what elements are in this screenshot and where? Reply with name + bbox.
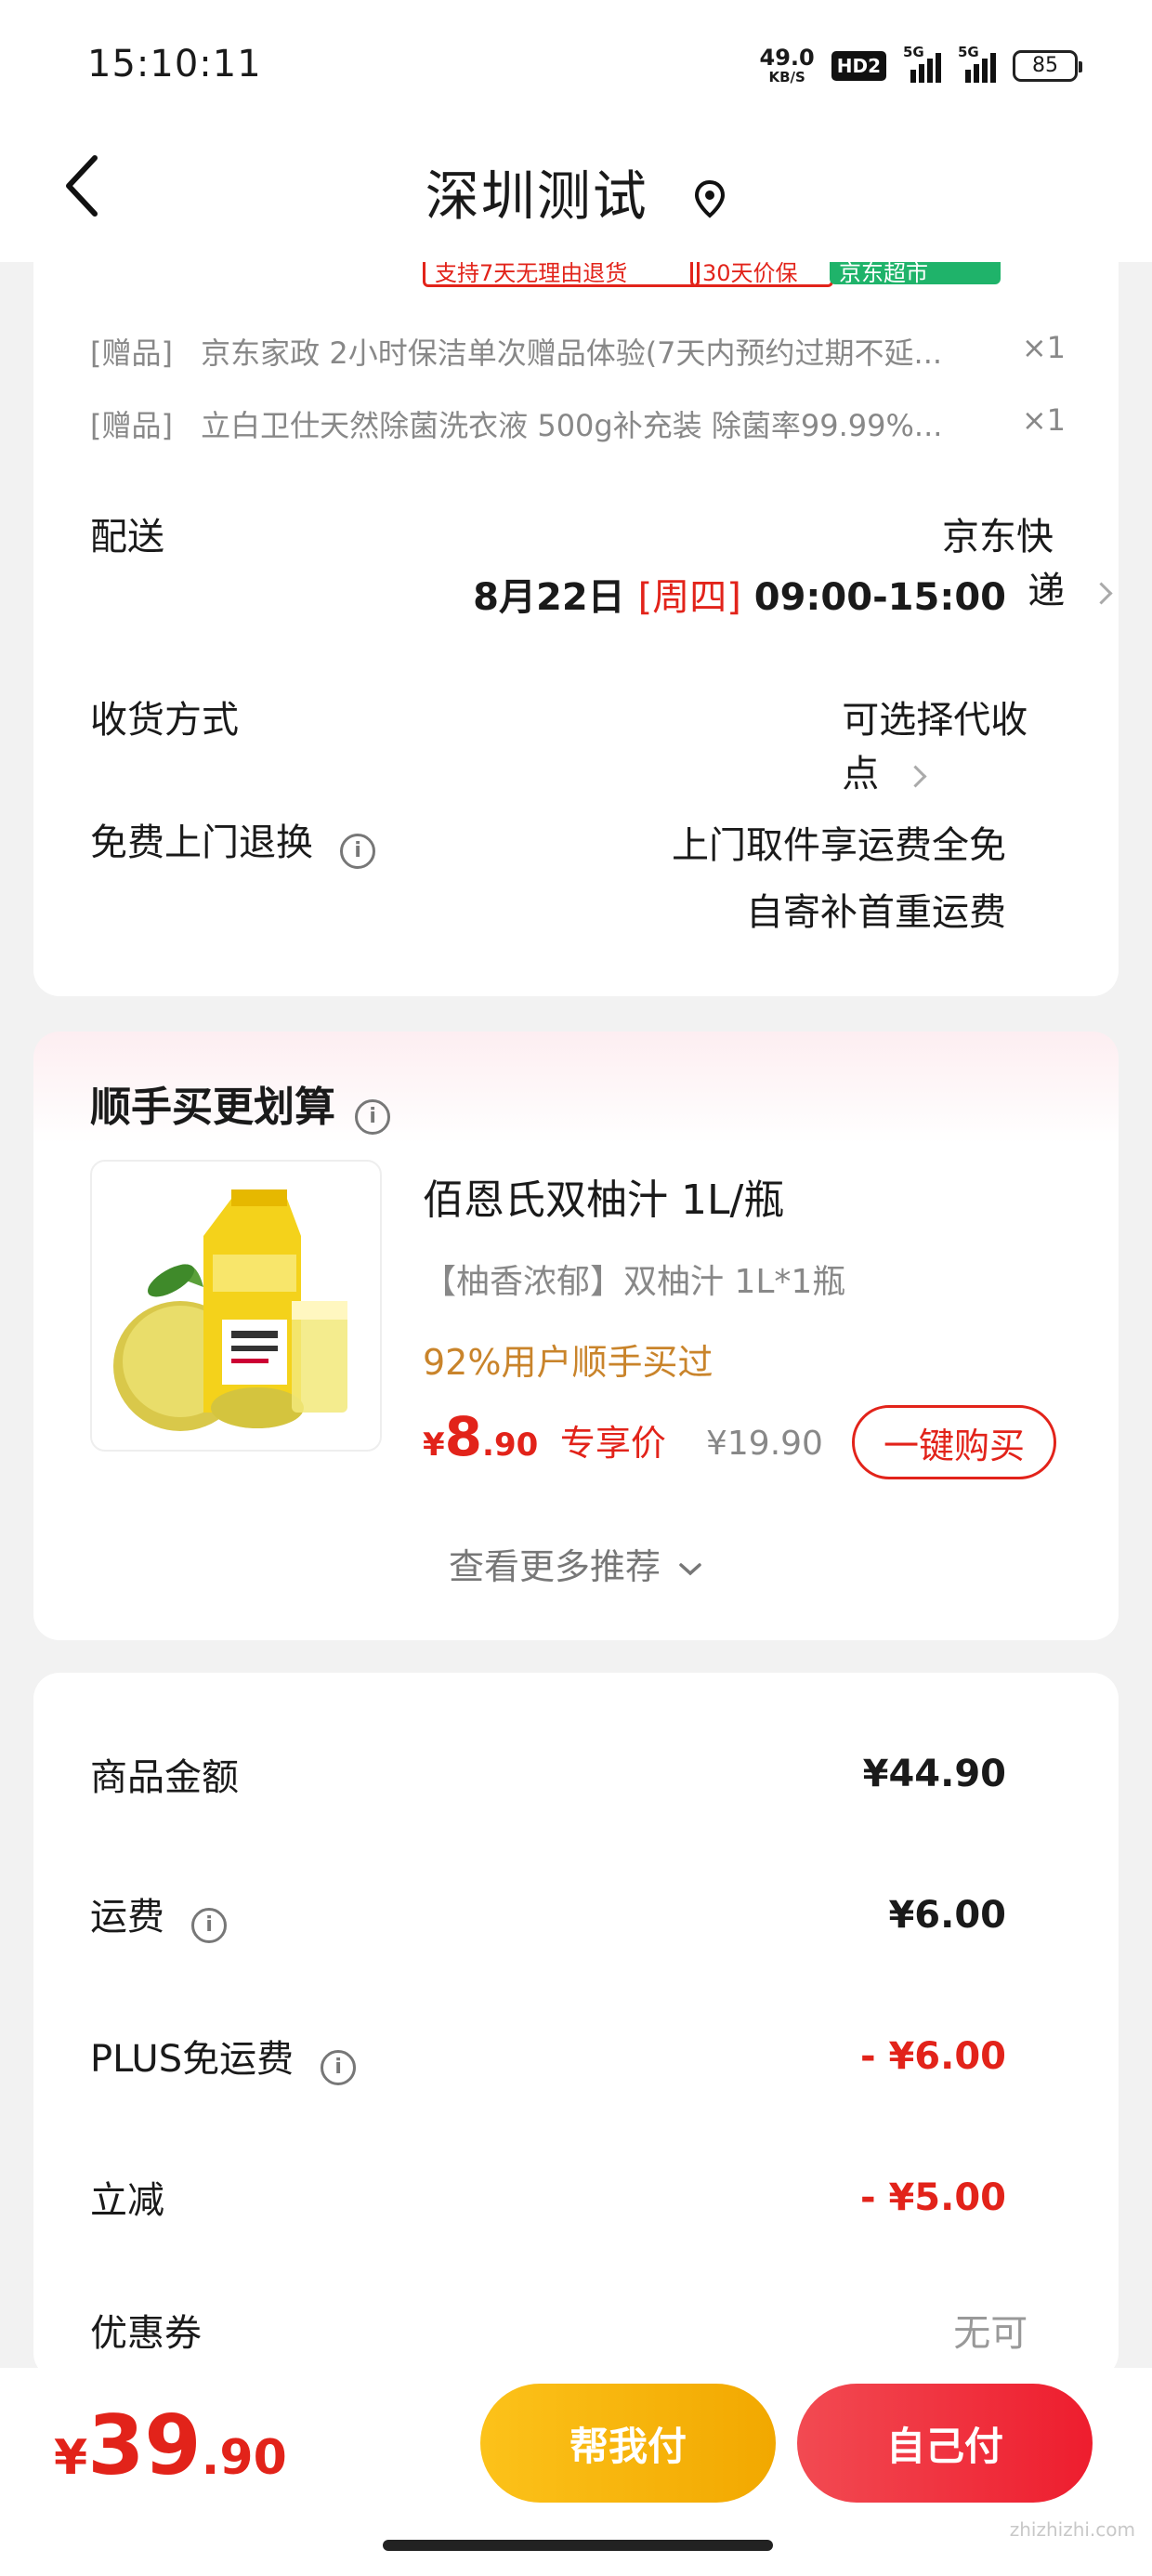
service-tag-text: 30天价保 bbox=[702, 262, 798, 286]
total-symbol: ¥ bbox=[54, 2430, 88, 2486]
product-subtitle: 【柚香浓郁】双柚汁 1L*1瓶 bbox=[423, 1263, 846, 1301]
gift-tag: [赠品] bbox=[90, 335, 173, 371]
coupon-label: 优惠券 bbox=[90, 2312, 202, 2355]
free-return-row: 免费上门退换 i bbox=[90, 812, 376, 869]
delivery-weekday: [周四] bbox=[637, 576, 741, 619]
delivery-window: 09:00-15:00 bbox=[753, 576, 1006, 619]
hd-icon: HD2 bbox=[831, 50, 886, 81]
free-return-label: 免费上门退换 bbox=[90, 821, 313, 864]
price-integer: 8 bbox=[444, 1405, 483, 1468]
signal-label-2: 5G bbox=[958, 43, 979, 60]
see-more-recommendations[interactable]: 查看更多推荐 bbox=[0, 1538, 1152, 1589]
free-return-detail: 上门取件享运费全免 自寄补首重运费 bbox=[672, 812, 1006, 946]
location-pin-icon[interactable] bbox=[693, 168, 727, 231]
total-price: ¥39.90 bbox=[54, 2398, 287, 2493]
battery-icon: 85 bbox=[1013, 49, 1082, 82]
one-click-buy-button[interactable]: 一键购买 bbox=[852, 1405, 1056, 1479]
summary-label-shipping: 运费 bbox=[90, 1896, 164, 1939]
watermark: zhizhizhi.com bbox=[1010, 2518, 1135, 2541]
info-icon[interactable]: i bbox=[355, 1098, 391, 1135]
upsell-title: 顺手买更划算 bbox=[90, 1084, 335, 1131]
see-more-label: 查看更多推荐 bbox=[448, 1546, 661, 1587]
product-image[interactable] bbox=[90, 1160, 382, 1452]
page-title: 深圳测试 bbox=[0, 152, 1152, 231]
chevron-right-icon bbox=[904, 764, 927, 788]
gift-item[interactable]: [赠品] 京东家政 2小时保洁单次赠品体验(7天内预约过期不延... ×1 bbox=[90, 330, 1066, 373]
signal-icon: 5G bbox=[903, 44, 941, 83]
top-bar: 15:10:11 49.0 KB/S HD2 5G 5G 85 深圳测试 bbox=[0, 0, 1152, 262]
network-speed: 49.0 KB/S bbox=[760, 46, 815, 85]
info-icon[interactable]: i bbox=[321, 2049, 357, 2085]
summary-label-goods: 商品金额 bbox=[90, 1756, 239, 1799]
status-time: 15:10:11 bbox=[87, 43, 262, 85]
summary-label-discount: 立减 bbox=[90, 2179, 164, 2222]
free-return-line1: 上门取件享运费全免 bbox=[672, 824, 1006, 867]
price-decimal: .90 bbox=[482, 1426, 539, 1464]
gift-name: 立白卫仕天然除菌洗衣液 500g补充装 除菌率99.99%... bbox=[201, 408, 943, 443]
self-pay-button[interactable]: 自己付 bbox=[797, 2384, 1093, 2503]
product-price: ¥8.90 专享价 bbox=[423, 1405, 666, 1468]
original-price: ¥19.90 bbox=[706, 1425, 823, 1463]
home-indicator[interactable] bbox=[383, 2540, 773, 2551]
service-tag-text: 京东超市 bbox=[839, 262, 928, 284]
service-tag-text: 支持7天无理由退货 bbox=[435, 262, 628, 286]
service-tag-no-reason-return: 支持7天无理由退货 bbox=[423, 262, 700, 287]
help-pay-button[interactable]: 帮我付 bbox=[480, 2384, 776, 2503]
page-title-text: 深圳测试 bbox=[425, 164, 648, 228]
info-icon[interactable]: i bbox=[191, 1907, 228, 1943]
status-icons: 49.0 KB/S HD2 5G 5G 85 bbox=[760, 44, 1082, 85]
network-speed-unit: KB/S bbox=[768, 69, 805, 85]
free-return-line2: 自寄补首重运费 bbox=[746, 891, 1006, 934]
total-decimal: .90 bbox=[201, 2430, 287, 2486]
upsell-header: 顺手买更划算 i bbox=[90, 1073, 391, 1135]
service-tag-price-protect: 30天价保 bbox=[690, 262, 833, 287]
juice-bottle-image bbox=[113, 1189, 347, 1431]
signal-label: 5G bbox=[903, 43, 924, 60]
self-pay-label: 自己付 bbox=[885, 2423, 1003, 2469]
service-tag-jd-supermarket: 京东超市 bbox=[830, 262, 1001, 284]
help-pay-label: 帮我付 bbox=[569, 2423, 687, 2469]
summary-value-goods: ¥44.90 bbox=[862, 1753, 1006, 1795]
gift-item[interactable]: [赠品] 立白卫仕天然除菌洗衣液 500g补充装 除菌率99.99%... ×1 bbox=[90, 402, 1066, 445]
summary-label-plus: PLUS免运费 bbox=[90, 2038, 295, 2081]
exclusive-price-label: 专享价 bbox=[559, 1423, 666, 1464]
network-speed-value: 49.0 bbox=[759, 45, 815, 71]
price-symbol: ¥ bbox=[423, 1426, 445, 1464]
chevron-down-icon bbox=[679, 1562, 701, 1575]
signal-icon-2: 5G bbox=[958, 44, 996, 83]
receive-method-selector[interactable]: 可选择代收点 bbox=[842, 690, 1054, 797]
total-integer: 39 bbox=[87, 2398, 202, 2493]
summary-row-plus: PLUS免运费 i bbox=[90, 2029, 357, 2085]
info-icon[interactable]: i bbox=[340, 833, 376, 869]
one-click-buy-label: 一键购买 bbox=[883, 1425, 1025, 1466]
gift-qty: ×1 bbox=[1021, 330, 1066, 365]
gift-qty: ×1 bbox=[1021, 402, 1066, 438]
battery-level: 85 bbox=[1032, 54, 1058, 77]
summary-value-shipping: ¥6.00 bbox=[888, 1894, 1006, 1937]
gift-name: 京东家政 2小时保洁单次赠品体验(7天内预约过期不延... bbox=[201, 335, 943, 371]
gift-tag: [赠品] bbox=[90, 408, 173, 443]
summary-value-plus: - ¥6.00 bbox=[859, 2035, 1006, 2078]
summary-value-discount: - ¥5.00 bbox=[859, 2176, 1006, 2219]
product-bought-stat: 92%用户顺手买过 bbox=[423, 1342, 713, 1383]
summary-row-shipping: 运费 i bbox=[90, 1886, 228, 1943]
delivery-time[interactable]: 8月22日 [周四] 09:00-15:00 bbox=[473, 567, 1006, 621]
delivery-label: 配送 bbox=[90, 516, 164, 559]
receive-method-label: 收货方式 bbox=[90, 699, 239, 742]
receive-method-value: 可选择代收点 bbox=[842, 699, 1028, 795]
watermark-text: zhizhizhi.com bbox=[1009, 2518, 1135, 2541]
delivery-date: 8月22日 bbox=[473, 576, 625, 619]
product-name[interactable]: 佰恩氏双柚汁 1L/瓶 bbox=[423, 1166, 784, 1226]
